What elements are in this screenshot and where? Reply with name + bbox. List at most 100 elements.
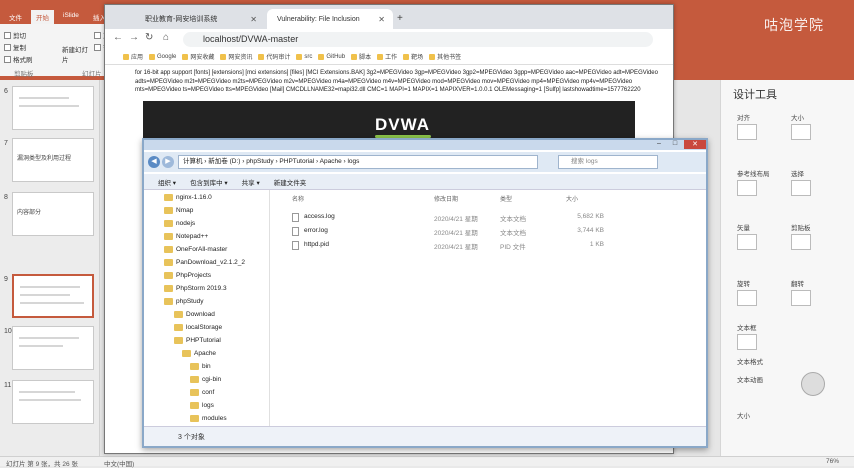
align-button[interactable] xyxy=(737,124,757,140)
ppt-tab-file[interactable]: 文件 xyxy=(4,10,27,24)
bookmark-item[interactable]: src xyxy=(296,53,312,60)
clipboard-button[interactable] xyxy=(791,234,811,250)
thumb-number: 6 xyxy=(4,88,8,95)
slide-thumbnail-selected[interactable] xyxy=(12,274,94,318)
column-type[interactable]: 类型 xyxy=(500,194,512,203)
watermark-logo: 咕泡学院 xyxy=(764,17,824,33)
folder-icon xyxy=(164,298,173,305)
nav-folder[interactable]: nodejs xyxy=(164,220,195,227)
new-folder-button[interactable]: 新建文件夹 xyxy=(274,177,307,187)
thumb-title: 漏洞类型及利用过程 xyxy=(17,156,72,162)
textbox-label: 文本框 xyxy=(737,325,757,332)
ppt-tab-home[interactable]: 开始 xyxy=(31,10,54,24)
nav-folder[interactable]: Notepad++ xyxy=(164,233,208,240)
nav-folder[interactable]: PhpProjects xyxy=(164,272,211,279)
apps-icon xyxy=(123,53,129,60)
close-icon[interactable]: ✕ xyxy=(378,15,385,24)
nav-folder-selected[interactable]: logs xyxy=(190,402,214,409)
folder-icon xyxy=(377,53,384,60)
size-button[interactable] xyxy=(791,124,811,140)
nav-folder[interactable]: bin xyxy=(190,363,211,370)
explorer-path[interactable]: 计算机 › 新加卷 (D:) › phpStudy › PHPTutorial … xyxy=(178,155,538,169)
close-icon[interactable]: ✕ xyxy=(684,140,706,149)
folder-icon xyxy=(182,53,189,60)
nav-folder[interactable]: localStorage xyxy=(174,324,222,331)
slide-thumbnail[interactable] xyxy=(12,380,94,424)
folder-icon xyxy=(351,53,358,60)
zoom-level[interactable]: 76% xyxy=(826,458,839,465)
column-size[interactable]: 大小 xyxy=(566,194,578,203)
github-icon xyxy=(318,53,325,60)
size-label: 大小 xyxy=(791,115,804,122)
column-name[interactable]: 名称 xyxy=(292,194,304,203)
nav-folder[interactable]: conf xyxy=(190,389,214,396)
copy-button[interactable]: 复制 xyxy=(4,42,26,52)
column-date[interactable]: 修改日期 xyxy=(434,194,458,203)
nav-folder[interactable]: Download xyxy=(174,311,215,318)
browser-tab-active[interactable]: Vulnerability: File Inclusion ✕ xyxy=(267,9,393,29)
include-in-library-button[interactable]: 包含到库中 ▾ xyxy=(190,177,228,187)
back-icon[interactable]: ◀ xyxy=(148,156,160,168)
organize-button[interactable]: 组织 ▾ xyxy=(158,177,176,187)
new-slide-button[interactable]: 新建幻灯片 xyxy=(62,44,90,64)
file-name: access.log xyxy=(304,213,335,220)
nav-folder[interactable]: cgi-bin xyxy=(190,376,221,383)
textbox-button[interactable] xyxy=(737,334,757,350)
nav-folder[interactable]: PHPTutorial xyxy=(174,337,221,344)
nav-folder[interactable]: phpStudy xyxy=(164,298,203,305)
file-row[interactable]: error.log 2020/4/21 星期 文本文档 3,744 KB xyxy=(284,226,704,238)
nav-folder[interactable]: modules xyxy=(190,415,227,422)
slide-thumbnail[interactable]: 漏洞类型及利用过程 xyxy=(12,138,94,182)
bookmark-other[interactable]: 其他书签 xyxy=(429,52,461,61)
slide-thumbnail[interactable] xyxy=(12,326,94,370)
bookmark-item[interactable]: GitHub xyxy=(318,53,345,60)
bookmark-apps[interactable]: 应用 xyxy=(123,52,143,61)
bookmark-item[interactable]: 网安资讯 xyxy=(220,52,252,61)
cut-button[interactable]: 剪切 xyxy=(4,30,26,40)
guide-layout-button[interactable] xyxy=(737,180,757,196)
folder-icon xyxy=(190,389,199,396)
rotate-button[interactable] xyxy=(737,290,757,306)
format-painter-button[interactable]: 格式刷 xyxy=(4,54,33,64)
forward-icon[interactable]: ▶ xyxy=(162,156,174,168)
home-icon[interactable]: ⌂ xyxy=(163,32,169,43)
file-row[interactable]: httpd.pid 2020/4/21 星期 PID 文件 1 KB xyxy=(284,240,704,252)
bookmark-item[interactable]: 网安收藏 xyxy=(182,52,214,61)
nav-folder[interactable]: Nmap xyxy=(164,207,193,214)
back-icon[interactable]: ← xyxy=(113,32,123,43)
bookmark-item[interactable]: 代码审计 xyxy=(258,52,290,61)
maximize-icon[interactable]: □ xyxy=(668,140,682,149)
bookmark-item[interactable]: 靶场 xyxy=(403,52,423,61)
flip-button[interactable] xyxy=(791,290,811,306)
browser-toolbar: ← → ↻ ⌂ localhost/DVWA-master xyxy=(105,29,673,49)
slide-thumbnail[interactable]: 内容部分 xyxy=(12,192,94,236)
bookmark-item[interactable]: 脚本 xyxy=(351,52,371,61)
folder-icon xyxy=(190,363,199,370)
nav-folder[interactable]: PhpStorm 2019.3 xyxy=(164,285,227,292)
nav-folder[interactable]: Apache xyxy=(182,350,216,357)
help-icon[interactable] xyxy=(801,372,825,396)
reload-icon[interactable]: ↻ xyxy=(145,32,153,43)
explorer-search-input[interactable]: 搜索 logs xyxy=(558,155,658,169)
address-bar[interactable]: localhost/DVWA-master xyxy=(183,32,653,47)
explorer-toolbar: 组织 ▾ 包含到库中 ▾ 共享 ▾ 新建文件夹 xyxy=(144,174,706,190)
close-icon[interactable]: ✕ xyxy=(250,15,257,24)
file-row[interactable]: access.log 2020/4/21 星期 文本文档 5,682 KB xyxy=(284,212,704,224)
thumb-title: 内容部分 xyxy=(17,210,42,216)
ppt-tab-islide[interactable]: iSlide xyxy=(58,10,84,24)
slide-thumbnail[interactable] xyxy=(12,86,94,130)
minimize-icon[interactable]: – xyxy=(652,140,666,149)
design-pane-title: 设计工具 xyxy=(733,89,777,101)
bookmark-item[interactable]: Google xyxy=(149,53,176,60)
nav-folder[interactable]: OneForAll-master xyxy=(164,246,227,253)
nav-folder[interactable]: PanDownload_v2.1.2_2 xyxy=(164,259,245,266)
browser-tab[interactable]: 职业教育-网安培训系统 ✕ xyxy=(135,9,265,29)
share-button[interactable]: 共享 ▾ xyxy=(242,177,260,187)
nav-folder[interactable]: nginx-1.16.0 xyxy=(164,194,212,201)
folder-icon xyxy=(174,324,183,331)
new-tab-button[interactable]: + xyxy=(397,13,403,24)
select-button[interactable] xyxy=(791,180,811,196)
bookmark-item[interactable]: 工作 xyxy=(377,52,397,61)
forward-icon[interactable]: → xyxy=(129,32,139,43)
vector-button[interactable] xyxy=(737,234,757,250)
